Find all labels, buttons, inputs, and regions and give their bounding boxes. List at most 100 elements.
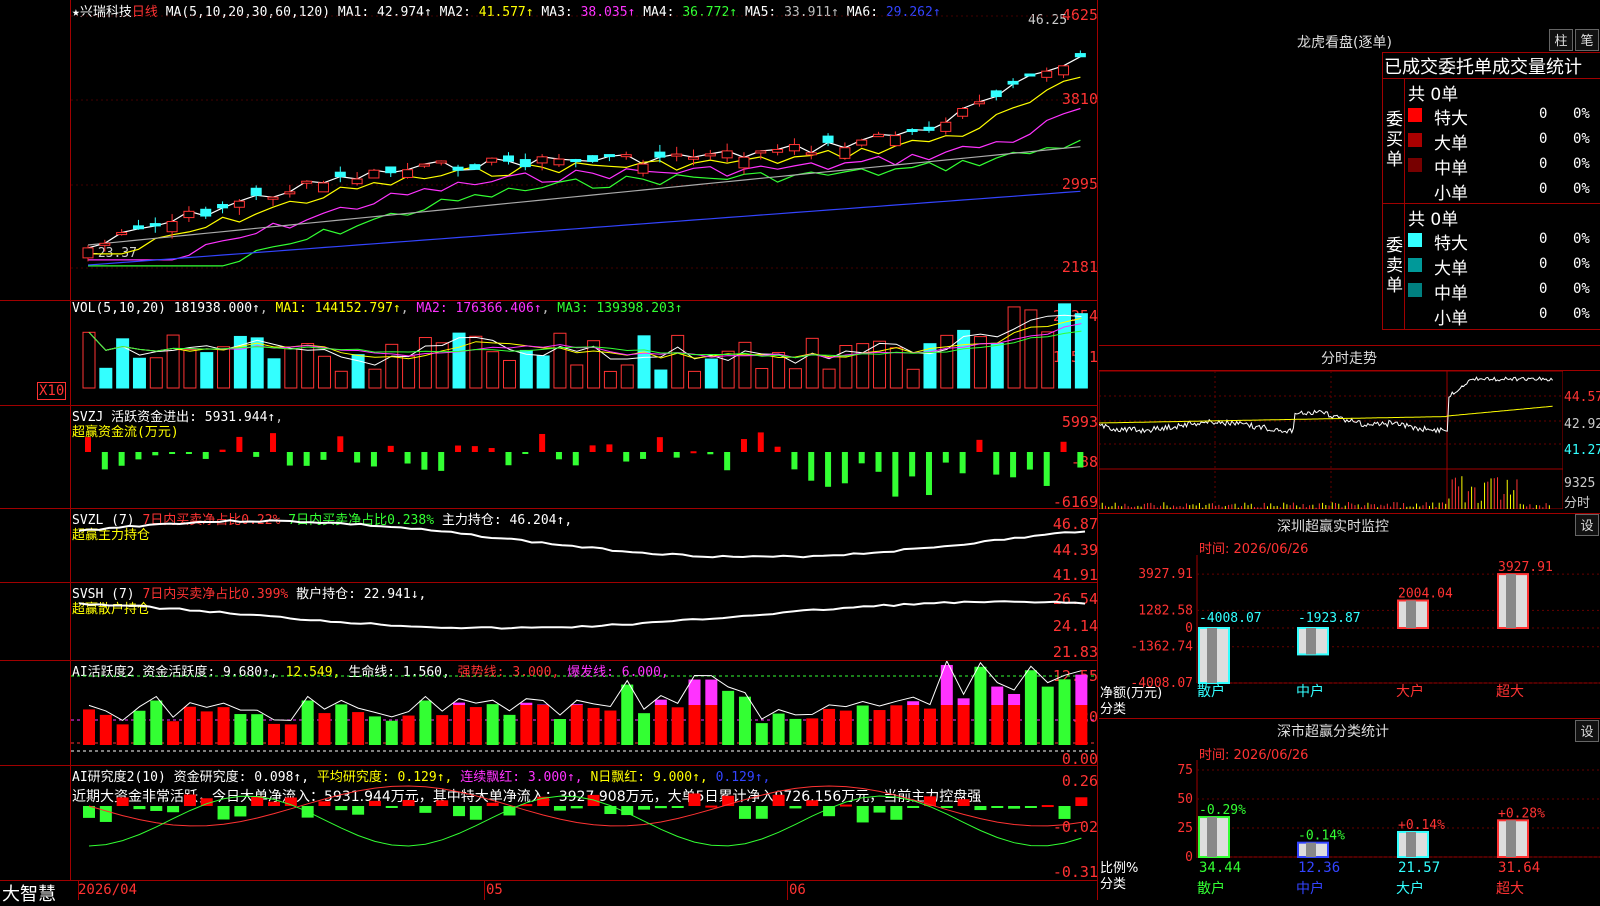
candle (403, 170, 413, 178)
volume-bar (403, 356, 415, 388)
svzj-chart[interactable] (71, 406, 1097, 508)
research-bar (991, 806, 1003, 808)
bar-button[interactable]: 柱 (1549, 29, 1573, 51)
research-bar (672, 806, 684, 808)
color-swatch (1408, 108, 1422, 122)
right-panel: 龙虎看盘(逐单) 柱 笔 已成交委托单成交量统计 委买单 委卖单 共 0单 共 … (1099, 0, 1600, 900)
activity-bar-peak (1075, 675, 1087, 705)
fund-flow-bar (337, 436, 343, 452)
volume-bar (386, 344, 398, 388)
stat-pct-label: -0.29% (1199, 803, 1246, 818)
candle (436, 161, 446, 163)
candle (588, 156, 598, 162)
candle (890, 136, 900, 146)
stat-settings-button[interactable]: 设 (1575, 720, 1599, 742)
sell-row: 中单00% (1408, 279, 1598, 301)
research-bar (554, 806, 566, 811)
fenshi-chart[interactable] (1099, 371, 1563, 509)
candle (386, 167, 396, 173)
activity-bar-peak (705, 680, 717, 705)
stat-value-label: 12.36 (1298, 860, 1340, 876)
ai2-chart[interactable] (71, 766, 1097, 880)
research-bar (234, 806, 246, 816)
ai1-chart[interactable] (71, 661, 1097, 765)
left-chart-area[interactable]: ★兴瑞科技日线 MA(5,10,20,30,60,120) MA1: 42.97… (0, 0, 1098, 900)
fund-flow-bar (943, 452, 949, 463)
fund-flow-bar (85, 437, 91, 452)
fund-flow-bar (623, 452, 629, 462)
tick-button[interactable]: 笔 (1575, 29, 1599, 51)
fund-flow-bar (287, 452, 293, 466)
color-swatch (1408, 133, 1422, 147)
stat-axis-label: 75 (1177, 763, 1193, 778)
svsh-chart[interactable] (71, 583, 1097, 660)
sell-total: 共 0单 (1408, 205, 1458, 230)
fund-flow-bar (1010, 452, 1016, 477)
candle (604, 155, 614, 157)
volume-bar (924, 344, 936, 388)
activity-bar (857, 706, 869, 745)
stat-value-label: 31.64 (1498, 860, 1540, 876)
fund-flow-bar (152, 452, 158, 455)
research-bar (352, 806, 364, 815)
candle (773, 149, 783, 152)
activity-bar (453, 705, 465, 745)
stat-bar-shade (1207, 817, 1217, 857)
volume-bar (1025, 310, 1037, 388)
volume-bar (958, 330, 970, 388)
monitor-value-label: -4008.07 (1199, 611, 1262, 626)
candle (974, 102, 984, 104)
monitor-chart[interactable]: 3927.911282.580-1362.74-4008.07 -4008.07… (1099, 555, 1600, 715)
monitor-bar-shade (1406, 600, 1416, 628)
candle (689, 157, 699, 159)
xaxis-date2: 05 (486, 882, 503, 898)
color-swatch (1408, 308, 1422, 322)
fund-flow-bar (876, 452, 882, 472)
fund-flow-bar (489, 448, 495, 452)
buy-row: 大单00% (1408, 129, 1598, 151)
stat-category-label: 大户 (1396, 880, 1424, 897)
activity-bar (974, 667, 986, 745)
research-bar (419, 806, 431, 813)
candle (150, 224, 160, 226)
fund-flow-bar (926, 452, 932, 495)
volume-bar (890, 348, 902, 388)
candle (991, 91, 1001, 97)
fund-flow-bar (405, 452, 411, 464)
activity-bar (638, 713, 650, 745)
volume-bar (756, 368, 768, 388)
volume-bar (689, 371, 701, 388)
volume-bar (655, 370, 667, 388)
buy-title: 委买单 (1386, 110, 1402, 170)
candle (201, 209, 211, 216)
activity-bar (1059, 679, 1071, 745)
fund-flow-bar (976, 440, 982, 452)
monitor-settings-button[interactable]: 设 (1575, 514, 1599, 536)
activity-bar (100, 715, 112, 745)
candle (874, 134, 884, 136)
fund-flow-bar (1077, 452, 1083, 468)
candle (554, 159, 564, 165)
stat-category-label: 超大 (1496, 881, 1524, 897)
volume-chart[interactable] (71, 301, 1097, 405)
stat-bar-shade (1306, 843, 1316, 857)
volume-bar (604, 371, 616, 388)
volume-bar (672, 335, 684, 388)
activity-bar (672, 707, 684, 745)
kline-chart[interactable] (71, 0, 1097, 300)
candle (705, 154, 715, 156)
research-bar (789, 806, 801, 808)
activity-bar (655, 705, 667, 745)
color-swatch (1408, 283, 1422, 297)
candle (453, 167, 463, 170)
fund-flow-bar (388, 446, 394, 452)
fund-flow-bar (1044, 452, 1050, 486)
research-bar (756, 806, 768, 819)
svzl-chart[interactable] (71, 509, 1097, 582)
stat-pct-label: +0.14% (1398, 818, 1445, 833)
monitor-category-label: 超大 (1496, 684, 1524, 700)
lhb-title: 龙虎看盘(逐单) (1297, 32, 1392, 52)
fund-flow-bar (724, 452, 730, 470)
stat-chart[interactable]: 7550250 -0.29%34.44散户-0.14%12.36中户+0.14%… (1099, 760, 1600, 900)
activity-bar (520, 705, 532, 745)
